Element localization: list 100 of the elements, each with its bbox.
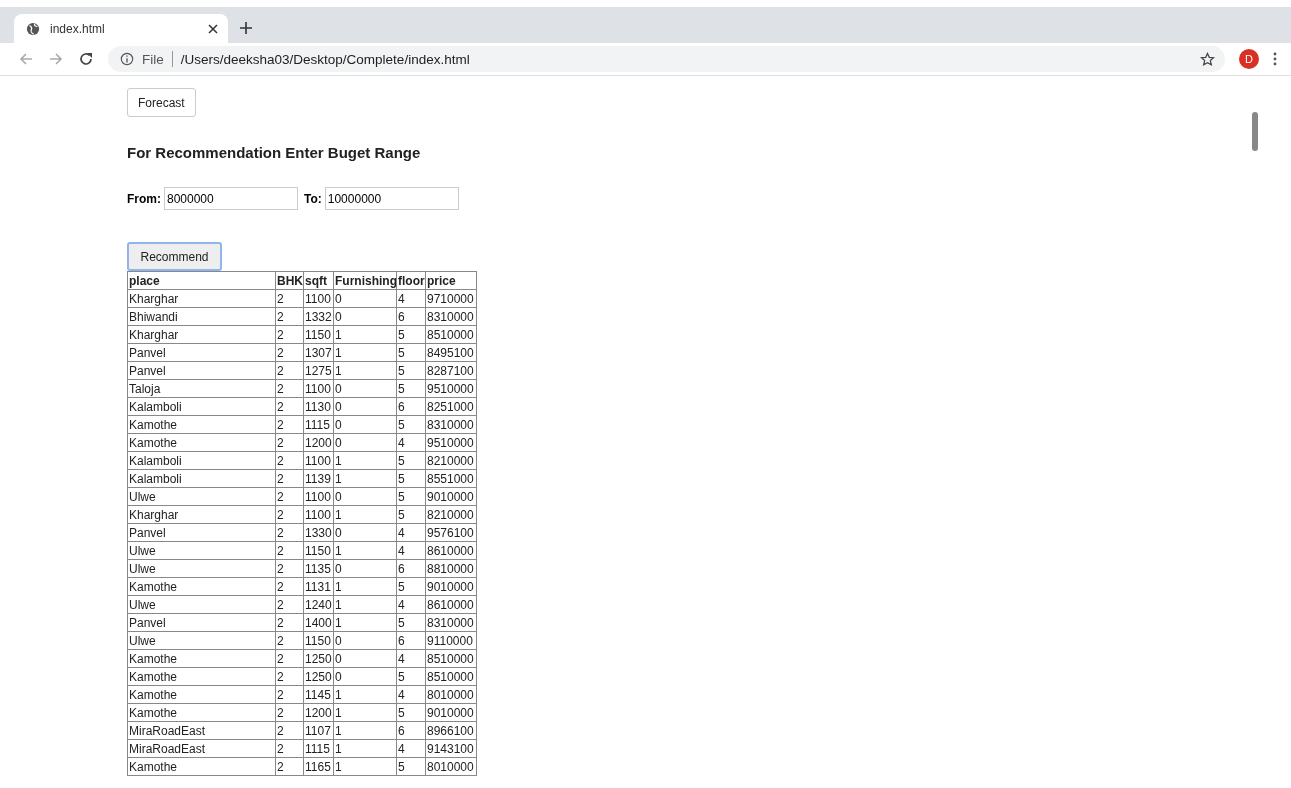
scrollbar-thumb[interactable] [1252, 112, 1258, 151]
table-cell: 1131 [303, 577, 334, 596]
table-cell: 2 [275, 397, 304, 416]
table-cell: 1130 [303, 397, 334, 416]
table-cell: 8251000 [425, 397, 477, 416]
profile-avatar[interactable]: D [1239, 49, 1259, 69]
table-cell: 1100 [303, 451, 334, 470]
table-cell: 1135 [303, 559, 334, 578]
url-scheme: File [142, 51, 164, 67]
table-cell: 5 [396, 613, 426, 632]
table-cell: 4 [396, 523, 426, 542]
table-cell: 8287100 [425, 361, 477, 380]
table-cell: Ulwe [127, 541, 276, 560]
table-cell: 0 [333, 415, 397, 434]
table-cell: Kamothe [127, 433, 276, 452]
table-cell: 2 [275, 757, 304, 776]
table-cell: 9510000 [425, 379, 477, 398]
table-cell: 9010000 [425, 703, 477, 722]
table-cell: 2 [275, 505, 304, 524]
table-cell: 5 [396, 325, 426, 344]
table-cell: 8310000 [425, 415, 477, 434]
table-cell: 5 [396, 451, 426, 470]
table-cell: 1100 [303, 505, 334, 524]
table-cell: 8210000 [425, 451, 477, 470]
table-cell: 1150 [303, 631, 334, 650]
table-cell: 5 [396, 505, 426, 524]
table-cell: 8495100 [425, 343, 477, 362]
table-cell: 0 [333, 289, 397, 308]
table-cell: 1330 [303, 523, 334, 542]
table-cell: 1100 [303, 289, 334, 308]
table-cell: 1200 [303, 433, 334, 452]
field-label: From: [127, 191, 161, 206]
column-header: floor [396, 271, 426, 290]
table-cell: 2 [275, 361, 304, 380]
star-icon[interactable] [1200, 51, 1215, 67]
input-field[interactable]: 8000000 [164, 187, 298, 210]
table-cell: Taloja [127, 379, 276, 398]
table-cell: 5 [396, 577, 426, 596]
table-cell: 1 [333, 721, 397, 740]
table-cell: 2 [275, 577, 304, 596]
table-cell: 0 [333, 397, 397, 416]
table-cell: 8966100 [425, 721, 477, 740]
table-cell: 4 [396, 649, 426, 668]
table-cell: 8210000 [425, 505, 477, 524]
column-header: BHK [275, 271, 304, 290]
table-cell: 0 [333, 667, 397, 686]
table-cell: 8010000 [425, 757, 477, 776]
table-cell: 1100 [303, 487, 334, 506]
table-cell: 2 [275, 433, 304, 452]
table-cell: Kamothe [127, 649, 276, 668]
table-cell: 5 [396, 343, 426, 362]
table-cell: Kamothe [127, 703, 276, 722]
table-cell: 1200 [303, 703, 334, 722]
table-cell: 1 [333, 577, 397, 596]
reload-icon[interactable] [78, 51, 94, 67]
recommend-button[interactable]: Recommend [127, 242, 222, 271]
table-cell: 8610000 [425, 541, 477, 560]
close-icon[interactable] [208, 23, 218, 34]
table-cell: Ulwe [127, 595, 276, 614]
table-cell: 6 [396, 631, 426, 650]
table-cell: 9110000 [425, 631, 477, 650]
input-field[interactable]: 10000000 [324, 187, 459, 210]
table-cell: 2 [275, 451, 304, 470]
table-cell: Kalamboli [127, 397, 276, 416]
table-cell: 1 [333, 451, 397, 470]
section-heading: For Recommendation Enter Buget Range [127, 144, 422, 162]
table-cell: 0 [333, 523, 397, 542]
column-header: price [425, 271, 477, 290]
browser-tab[interactable]: index.html [14, 14, 228, 43]
forecast-button[interactable]: Forecast [127, 88, 196, 117]
address-bar[interactable]: File /Users/deeksha03/Desktop/Complete/index.html [108, 46, 1225, 72]
table-cell: 2 [275, 523, 304, 542]
table-cell: Panvel [127, 361, 276, 380]
tab-title: index.html [50, 21, 106, 36]
table-cell: 5 [396, 487, 426, 506]
table-cell: 1332 [303, 307, 334, 326]
table-cell: 6 [396, 397, 426, 416]
table-cell: 4 [396, 433, 426, 452]
new-tab-icon[interactable] [240, 22, 252, 34]
table-cell: 1250 [303, 667, 334, 686]
table-cell: 6 [396, 721, 426, 740]
table-cell: 1240 [303, 595, 334, 614]
table-cell: 1 [333, 685, 397, 704]
table-cell: 8810000 [425, 559, 477, 578]
table-cell: 8510000 [425, 325, 477, 344]
table-cell: 5 [396, 757, 426, 776]
menu-icon[interactable] [1273, 52, 1277, 66]
table-cell: 2 [275, 703, 304, 722]
field-label: To: [304, 191, 322, 206]
url-text: /Users/deeksha03/Desktop/Complete/index.html [180, 51, 471, 67]
table-cell: 1115 [303, 739, 334, 758]
table-cell: 1150 [303, 325, 334, 344]
table-cell: Panvel [127, 613, 276, 632]
table-cell: 8610000 [425, 595, 477, 614]
table-cell: Kamothe [127, 685, 276, 704]
table-cell: 0 [333, 649, 397, 668]
table-cell: 1250 [303, 649, 334, 668]
table-cell: 9010000 [425, 577, 477, 596]
table-cell: 1 [333, 613, 397, 632]
table-cell: 2 [275, 559, 304, 578]
